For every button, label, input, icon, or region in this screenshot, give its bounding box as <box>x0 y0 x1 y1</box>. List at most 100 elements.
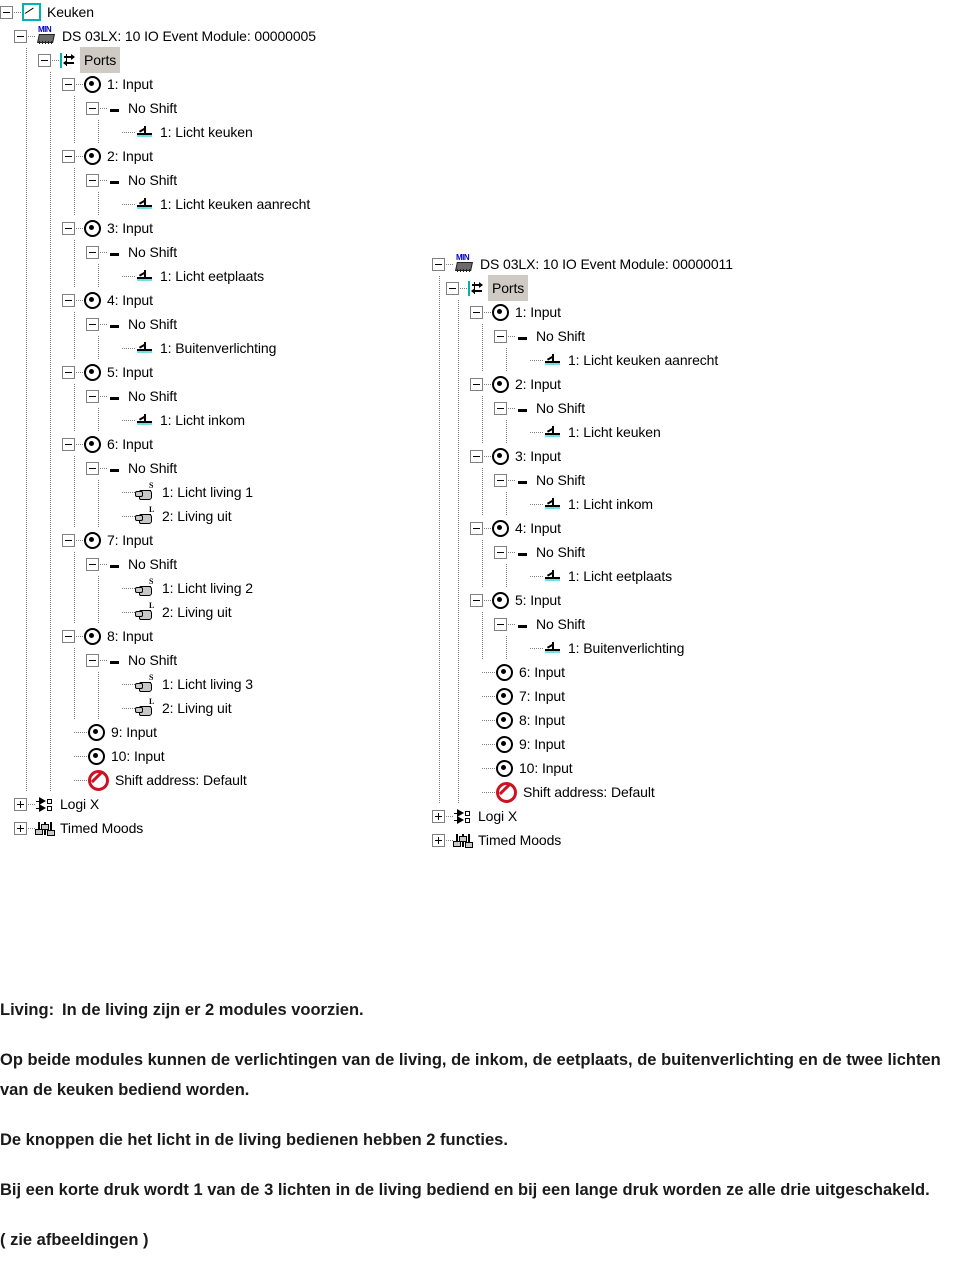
tree-node-port[interactable]: 9: Input <box>432 732 733 756</box>
tree-node-action[interactable]: 1: Buitenverlichting <box>0 336 316 360</box>
tree-node-action[interactable]: L 2: Living uit <box>0 696 316 720</box>
collapse-button[interactable] <box>62 149 75 163</box>
tree-connector-dots <box>74 755 88 757</box>
tree-node-logix[interactable]: Logi X <box>0 792 316 816</box>
expand-button[interactable] <box>14 821 27 835</box>
tree-node-ports[interactable]: Ports <box>432 275 733 301</box>
tree-node-action[interactable]: S 1: Licht living 3 <box>0 672 316 696</box>
tree-node-port[interactable]: 8: Input <box>432 708 733 732</box>
collapse-button[interactable] <box>86 389 99 403</box>
tree-node-action[interactable]: 1: Licht inkom <box>0 408 316 432</box>
tree-node-action[interactable]: 1: Licht keuken <box>0 120 316 144</box>
tree-node-shift-address[interactable]: Shift address: Default <box>432 780 733 804</box>
collapse-button[interactable] <box>86 317 99 331</box>
tree-node-action[interactable]: 1: Licht eetplaats <box>432 564 733 588</box>
collapse-button[interactable] <box>0 5 13 19</box>
tree-node-port[interactable]: 6: Input <box>432 660 733 684</box>
tree-node-shift[interactable]: No Shift <box>0 240 316 264</box>
tree-node-action[interactable]: L 2: Living uit <box>0 600 316 624</box>
tree-node-port[interactable]: 2: Input <box>0 144 316 168</box>
tree-node-shift[interactable]: No Shift <box>432 396 733 420</box>
tree-node-port[interactable]: 4: Input <box>432 516 733 540</box>
tree-node-port[interactable]: 9: Input <box>0 720 316 744</box>
collapse-button[interactable] <box>86 173 99 187</box>
tree-node-shift[interactable]: No Shift <box>0 96 316 120</box>
collapse-button[interactable] <box>86 101 99 115</box>
collapse-button[interactable] <box>86 245 99 259</box>
device-tree-right[interactable]: MIN DS 03LX: 10 IO Event Module: 00000011… <box>432 252 733 852</box>
tree-node-port[interactable]: 10: Input <box>432 756 733 780</box>
tree-node-port[interactable]: 7: Input <box>0 528 316 552</box>
collapse-button[interactable] <box>62 77 75 91</box>
device-tree-left[interactable]: Keuken MIN DS 03LX: 10 IO Event Module: 00… <box>0 0 316 840</box>
tree-node-action[interactable]: 1: Licht eetplaats <box>0 264 316 288</box>
expand-button[interactable] <box>432 833 445 847</box>
collapse-button[interactable] <box>470 305 483 319</box>
collapse-button[interactable] <box>62 533 75 547</box>
tree-node-module[interactable]: MIN DS 03LX: 10 IO Event Module: 00000005 <box>0 24 316 48</box>
tree-node-shift[interactable]: No Shift <box>432 540 733 564</box>
tree-node-project[interactable]: Keuken <box>0 0 316 24</box>
tree-node-module[interactable]: MIN DS 03LX: 10 IO Event Module: 00000011 <box>432 252 733 276</box>
tree-node-port[interactable]: 4: Input <box>0 288 316 312</box>
collapse-button[interactable] <box>62 437 75 451</box>
collapse-button[interactable] <box>62 629 75 643</box>
tree-node-shift[interactable]: No Shift <box>432 324 733 348</box>
tree-node-shift[interactable]: No Shift <box>432 612 733 636</box>
collapse-button[interactable] <box>494 545 507 559</box>
tree-node-timed-moods[interactable]: Timed Moods <box>0 816 316 840</box>
tree-node-timed-moods[interactable]: Timed Moods <box>432 828 733 852</box>
tree-node-shift[interactable]: No Shift <box>0 312 316 336</box>
collapse-button[interactable] <box>62 365 75 379</box>
collapse-button[interactable] <box>470 593 483 607</box>
tree-node-shift[interactable]: No Shift <box>432 468 733 492</box>
collapse-button[interactable] <box>494 329 507 343</box>
tree-node-action[interactable]: L 2: Living uit <box>0 504 316 528</box>
tree-node-action[interactable]: 1: Licht keuken aanrecht <box>0 192 316 216</box>
tree-node-shift[interactable]: No Shift <box>0 648 316 672</box>
tree-node-port[interactable]: 1: Input <box>0 72 316 96</box>
tree-node-ports[interactable]: Ports <box>0 47 316 73</box>
tree-node-shift[interactable]: No Shift <box>0 168 316 192</box>
tree-node-port[interactable]: 6: Input <box>0 432 316 456</box>
tree-connector-dots <box>484 311 492 313</box>
tree-node-action[interactable]: 1: Buitenverlichting <box>432 636 733 660</box>
collapse-button[interactable] <box>86 653 99 667</box>
collapse-button[interactable] <box>494 401 507 415</box>
collapse-button[interactable] <box>38 53 51 67</box>
collapse-button[interactable] <box>470 377 483 391</box>
tree-node-action[interactable]: 1: Licht keuken aanrecht <box>432 348 733 372</box>
collapse-button[interactable] <box>494 473 507 487</box>
tree-node-action[interactable]: 1: Licht inkom <box>432 492 733 516</box>
tree-node-port[interactable]: 5: Input <box>0 360 316 384</box>
tree-node-port[interactable]: 8: Input <box>0 624 316 648</box>
expand-button[interactable] <box>14 797 27 811</box>
collapse-button[interactable] <box>470 521 483 535</box>
tree-node-port[interactable]: 5: Input <box>432 588 733 612</box>
collapse-button[interactable] <box>446 281 459 295</box>
collapse-button[interactable] <box>14 29 27 43</box>
input-port-icon <box>84 75 101 93</box>
tree-node-port[interactable]: 2: Input <box>432 372 733 396</box>
tree-node-port[interactable]: 1: Input <box>432 300 733 324</box>
tree-node-port[interactable]: 3: Input <box>0 216 316 240</box>
tree-node-port[interactable]: 3: Input <box>432 444 733 468</box>
tree-node-logix[interactable]: Logi X <box>432 804 733 828</box>
collapse-button[interactable] <box>470 449 483 463</box>
tree-node-action[interactable]: 1: Licht keuken <box>432 420 733 444</box>
tree-node-shift-address[interactable]: Shift address: Default <box>0 768 316 792</box>
tree-node-port[interactable]: 7: Input <box>432 684 733 708</box>
expand-button[interactable] <box>432 809 445 823</box>
tree-node-action[interactable]: S 1: Licht living 2 <box>0 576 316 600</box>
tree-node-shift[interactable]: No Shift <box>0 552 316 576</box>
tree-node-action[interactable]: S 1: Licht living 1 <box>0 480 316 504</box>
tree-node-shift[interactable]: No Shift <box>0 384 316 408</box>
collapse-button[interactable] <box>62 293 75 307</box>
collapse-button[interactable] <box>86 461 99 475</box>
collapse-button[interactable] <box>62 221 75 235</box>
collapse-button[interactable] <box>432 257 445 271</box>
tree-node-shift[interactable]: No Shift <box>0 456 316 480</box>
tree-node-port[interactable]: 10: Input <box>0 744 316 768</box>
collapse-button[interactable] <box>494 617 507 631</box>
collapse-button[interactable] <box>86 557 99 571</box>
